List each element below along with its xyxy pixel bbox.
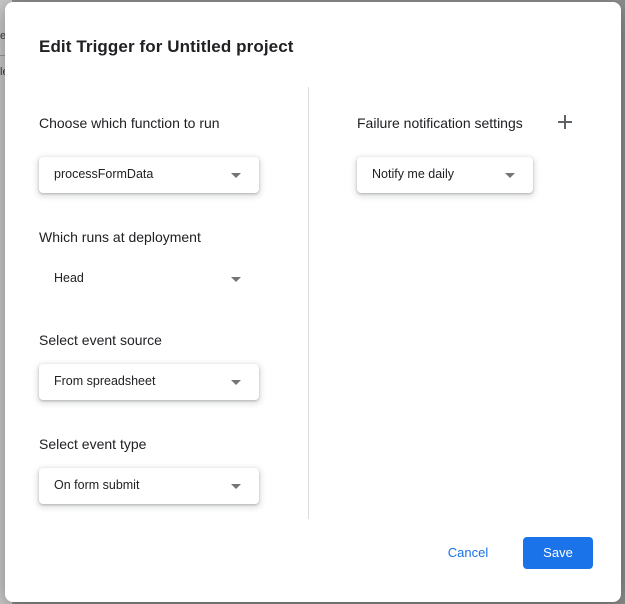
- failure-notification-select[interactable]: Notify me daily: [357, 157, 533, 193]
- event-type-select[interactable]: On form submit: [39, 468, 259, 504]
- edit-trigger-dialog: Edit Trigger for Untitled project Choose…: [5, 2, 621, 602]
- failure-notification-label: Failure notification settings: [357, 115, 523, 131]
- deployment-select-value: Head: [54, 271, 84, 285]
- caret-down-icon: [505, 173, 515, 178]
- caret-down-icon: [231, 173, 241, 178]
- function-label: Choose which function to run: [39, 115, 220, 131]
- event-source-label: Select event source: [39, 332, 162, 348]
- caret-down-icon: [231, 380, 241, 385]
- deployment-select[interactable]: Head: [39, 261, 259, 297]
- plus-icon[interactable]: [555, 112, 575, 132]
- cancel-button[interactable]: Cancel: [435, 537, 501, 569]
- deployment-label: Which runs at deployment: [39, 229, 201, 245]
- caret-down-icon: [231, 277, 241, 282]
- function-select[interactable]: processFormData: [39, 157, 259, 193]
- event-source-select[interactable]: From spreadsheet: [39, 364, 259, 400]
- function-select-value: processFormData: [54, 167, 154, 181]
- dialog-title: Edit Trigger for Untitled project: [39, 37, 294, 56]
- column-divider: [308, 87, 309, 519]
- event-type-label: Select event type: [39, 436, 147, 452]
- failure-notification-select-value: Notify me daily: [372, 167, 454, 181]
- event-source-select-value: From spreadsheet: [54, 374, 156, 388]
- event-type-select-value: On form submit: [54, 478, 140, 492]
- caret-down-icon: [231, 484, 241, 489]
- save-button[interactable]: Save: [523, 537, 593, 569]
